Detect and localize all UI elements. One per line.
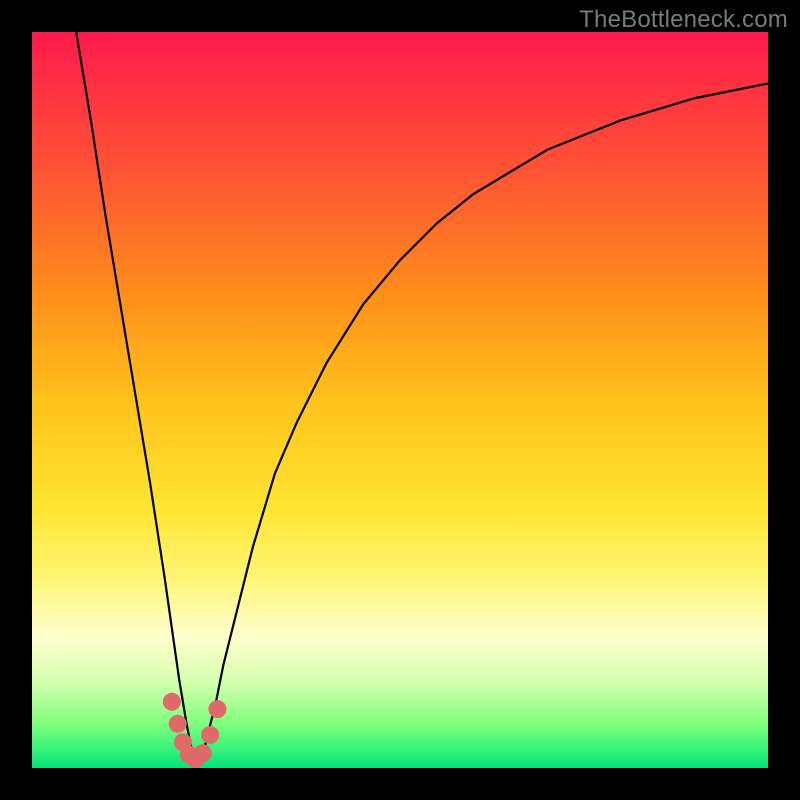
chart-svg [32,32,768,768]
marker-dot [169,715,187,733]
bottleneck-curve [76,32,768,761]
marker-dot [201,726,219,744]
marker-dot [208,700,226,718]
chart-plot-area [32,32,768,768]
chart-frame: TheBottleneck.com [0,0,800,800]
marker-dot [163,693,181,711]
marker-dot [194,744,212,762]
watermark-text: TheBottleneck.com [579,6,788,34]
curve-min-markers [163,693,227,768]
